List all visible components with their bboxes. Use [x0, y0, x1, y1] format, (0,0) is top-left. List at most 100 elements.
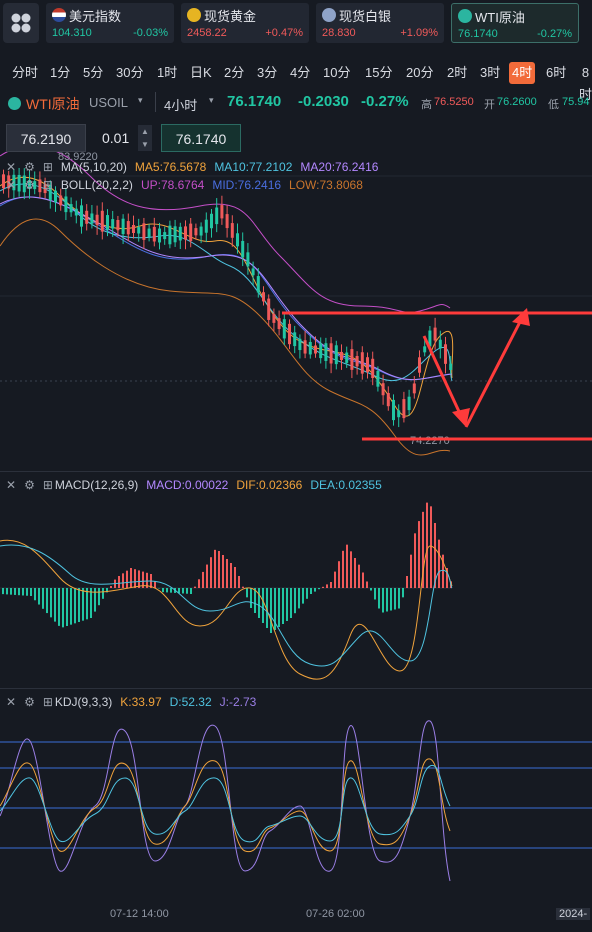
close-icon[interactable]: ✕: [6, 695, 16, 709]
close-icon[interactable]: ✕: [6, 178, 16, 192]
boll-low-value: LOW:73.8068: [289, 178, 363, 192]
macd-bar: [206, 564, 208, 588]
macd-bar: [358, 564, 360, 588]
candle-body: [189, 223, 193, 242]
candle-body: [272, 313, 276, 323]
candle-body: [137, 227, 141, 234]
us-flag-icon: [52, 8, 66, 22]
period-selector[interactable]: 4小时: [164, 95, 197, 114]
k-value: K:33.97: [120, 695, 162, 709]
candle-body: [121, 218, 125, 235]
interval-tab[interactable]: 2时: [444, 62, 470, 84]
interval-tab[interactable]: 2分: [221, 62, 247, 84]
macd-bar: [50, 588, 52, 618]
candle-body: [376, 370, 380, 387]
macd-bar: [58, 588, 60, 626]
close-icon[interactable]: ✕: [6, 478, 16, 492]
stepper-up-icon[interactable]: ▲: [138, 125, 152, 138]
apps-menu-button[interactable]: [3, 3, 39, 43]
interval-tab[interactable]: 10分: [320, 62, 353, 84]
macd-bar: [342, 550, 344, 588]
ticker-bar: 美元指数 104.310 -0.03% 现货黄金 2458.22 +0.47% 现货…: [0, 0, 592, 48]
interval-tab-selected[interactable]: 4时: [509, 62, 536, 84]
candle-body: [355, 355, 359, 367]
interval-tab[interactable]: 8时: [576, 62, 592, 102]
buy-price-button[interactable]: 76.1740: [161, 124, 241, 152]
candle-body: [308, 341, 312, 355]
candle-body: [184, 226, 187, 240]
up-arrow-head: [512, 308, 530, 326]
gear-icon[interactable]: ⚙: [24, 160, 35, 174]
expand-icon[interactable]: ⊞: [43, 695, 53, 709]
symbol-dropdown-icon[interactable]: ▾: [138, 95, 143, 106]
macd-bar: [426, 502, 428, 588]
expand-icon[interactable]: ⊞: [43, 178, 53, 192]
macd-bar: [118, 576, 120, 588]
ticker-usd-index[interactable]: 美元指数 104.310 -0.03%: [46, 3, 174, 43]
interval-tab[interactable]: 日K: [187, 62, 215, 84]
macd-bar: [70, 588, 72, 625]
close-icon[interactable]: ✕: [6, 160, 16, 174]
period-dropdown-icon[interactable]: ▾: [209, 95, 214, 106]
macd-bar: [30, 588, 32, 596]
interval-tab[interactable]: 20分: [403, 62, 436, 84]
symbol-name[interactable]: WTI原油: [26, 94, 80, 114]
interval-tab[interactable]: 3分: [254, 62, 280, 84]
macd-bar: [218, 551, 220, 588]
candle-body: [314, 345, 317, 354]
macd-bar: [162, 588, 164, 593]
expand-icon[interactable]: ⊞: [43, 478, 53, 492]
boll-up-value: UP:78.6764: [140, 178, 205, 192]
expand-icon[interactable]: ⊞: [43, 160, 53, 174]
macd-bar: [374, 588, 376, 600]
trend-annotation: [282, 308, 592, 441]
sell-price-button[interactable]: 76.2190: [6, 124, 86, 152]
macd-bar: [42, 588, 44, 609]
interval-tab[interactable]: 3时: [477, 62, 503, 84]
symbol-code[interactable]: USOIL: [89, 95, 128, 110]
lots-input[interactable]: 0.01: [94, 124, 138, 152]
candle-body: [360, 352, 364, 374]
ticker-spot-gold[interactable]: 现货黄金 2458.22 +0.47%: [181, 3, 309, 43]
macd-bar: [138, 570, 140, 588]
macd-bar: [82, 588, 84, 621]
interval-tab[interactable]: 1分: [47, 62, 73, 84]
gear-icon[interactable]: ⚙: [24, 695, 35, 709]
candle-body: [132, 224, 135, 234]
macd-histogram: [2, 502, 452, 633]
interval-tab[interactable]: 5分: [80, 62, 106, 84]
candle-body: [449, 363, 453, 370]
interval-tab[interactable]: 4分: [287, 62, 313, 84]
candle-body: [100, 210, 104, 232]
interval-tab[interactable]: 15分: [362, 62, 395, 84]
candle-body: [236, 233, 239, 247]
panel-divider: [0, 688, 592, 689]
gear-icon[interactable]: ⚙: [24, 178, 35, 192]
panel-divider: [0, 471, 592, 472]
interval-tab[interactable]: 1时: [154, 62, 180, 84]
macd-bar: [362, 572, 364, 588]
macd-bar: [378, 588, 380, 609]
candle-body: [288, 323, 291, 345]
ticker-spot-silver[interactable]: 现货白银 28.830 +1.09%: [316, 3, 444, 43]
interval-tab[interactable]: 30分: [113, 62, 146, 84]
stepper-down-icon[interactable]: ▼: [138, 138, 152, 151]
macd-bar: [418, 521, 420, 588]
candle-body: [371, 358, 375, 379]
candle-body: [168, 225, 172, 245]
interval-tab[interactable]: 分时: [9, 62, 41, 84]
candle-body: [173, 226, 177, 243]
macd-bar: [38, 588, 40, 605]
ma5-value: MA5:76.5678: [134, 160, 207, 174]
gear-icon[interactable]: ⚙: [24, 478, 35, 492]
macd-bar: [226, 559, 228, 588]
j-value: J:-2.73: [219, 695, 257, 709]
lots-stepper[interactable]: ▲ ▼: [138, 125, 152, 151]
ticker-wti-oil[interactable]: WTI原油 76.1740 -0.27%: [451, 3, 579, 43]
chart-canvas[interactable]: 83.9220 74.2270: [0, 116, 592, 906]
macd-bar: [126, 570, 128, 588]
macd-bar: [98, 588, 100, 606]
interval-tab[interactable]: 6时: [543, 62, 569, 84]
macd-bar: [86, 588, 88, 620]
low-label: 低: [548, 99, 559, 111]
